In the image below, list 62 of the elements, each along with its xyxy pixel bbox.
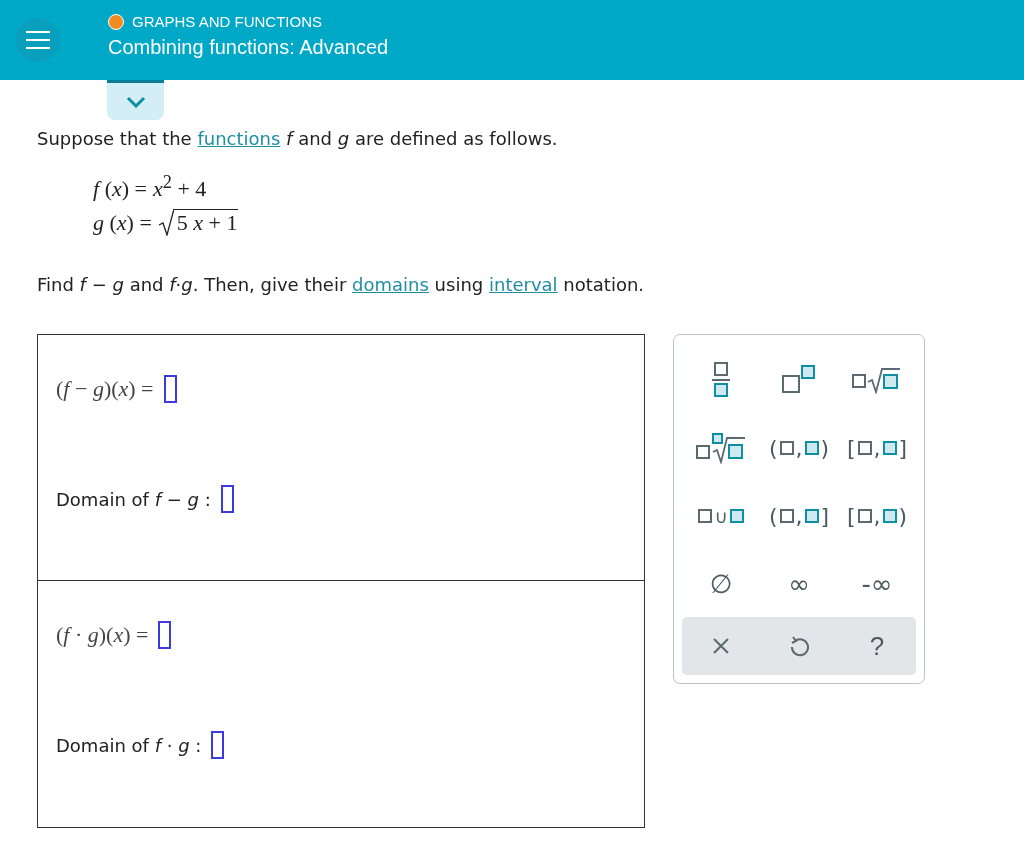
open-bracket: [ bbox=[846, 503, 856, 529]
fraction-icon bbox=[711, 362, 731, 399]
placeholder-icon bbox=[803, 440, 820, 457]
interval-key[interactable]: ( , ) bbox=[760, 415, 838, 482]
lesson-title: Combining functions: Advanced bbox=[108, 36, 389, 59]
menu-button[interactable] bbox=[16, 18, 60, 62]
union-key[interactable]: ∪ bbox=[682, 483, 760, 550]
placeholder-icon bbox=[728, 508, 745, 525]
symbol-key[interactable]: ∅ bbox=[682, 551, 760, 618]
answer-field[interactable] bbox=[220, 485, 234, 514]
close-bracket: ) bbox=[820, 435, 830, 461]
square-root-icon bbox=[852, 366, 902, 395]
placeholder-icon bbox=[856, 440, 873, 457]
link[interactable]: interval bbox=[488, 274, 558, 296]
function-label: f (x) = bbox=[93, 176, 147, 203]
expand-tab[interactable] bbox=[107, 80, 164, 120]
symbol-key[interactable]: ∞ bbox=[760, 551, 838, 618]
placeholder-icon bbox=[803, 508, 820, 525]
radicand-expression: 5 x + 1 bbox=[173, 209, 238, 237]
link[interactable]: domains bbox=[352, 274, 429, 296]
union-symbol: ∪ bbox=[714, 505, 728, 527]
topic-label: GRAPHS AND FUNCTIONS bbox=[132, 13, 323, 30]
status-dot bbox=[108, 13, 124, 30]
separator: , bbox=[795, 503, 803, 529]
nth-root-icon bbox=[696, 432, 746, 465]
open-bracket: ( bbox=[768, 435, 778, 461]
separator: , bbox=[873, 503, 881, 529]
function-label: g (x) = bbox=[93, 210, 152, 237]
close-bracket: ] bbox=[820, 503, 830, 529]
symbol-key[interactable]: -∞ bbox=[838, 551, 916, 618]
undo-icon bbox=[789, 635, 809, 658]
open-bracket: [ bbox=[846, 435, 856, 461]
function-expression: x$^{2}$ + 4 bbox=[152, 172, 207, 203]
separator: , bbox=[873, 435, 881, 461]
placeholder-icon bbox=[778, 440, 795, 457]
answer-field[interactable] bbox=[158, 621, 172, 650]
link[interactable]: functions bbox=[197, 128, 281, 149]
chevron-down-icon bbox=[125, 95, 146, 108]
answer-field[interactable] bbox=[211, 731, 225, 760]
placeholder-icon bbox=[881, 508, 898, 525]
placeholder-icon bbox=[697, 508, 714, 525]
close-bracket: ] bbox=[898, 435, 908, 461]
radical-sign-icon bbox=[157, 208, 174, 237]
expression-label: (f · g)(x) = bbox=[56, 622, 149, 649]
placeholder-icon bbox=[856, 508, 873, 525]
close-bracket: ) bbox=[898, 503, 908, 529]
expression-label: (f − g)(x) = bbox=[56, 376, 154, 403]
separator: , bbox=[795, 435, 803, 461]
open-bracket: ( bbox=[768, 503, 778, 529]
help-button[interactable]: ? bbox=[838, 617, 916, 676]
menu-icon bbox=[25, 30, 51, 50]
answer-field[interactable] bbox=[163, 375, 177, 404]
placeholder-icon bbox=[778, 508, 795, 525]
intro-text: Suppose that the functions f and g are defined as follows. bbox=[37, 127, 559, 151]
close-icon bbox=[712, 637, 730, 656]
placeholder-icon bbox=[881, 440, 898, 457]
domain-label: Domain of f − g : bbox=[56, 488, 211, 510]
interval-key[interactable]: [ , ) bbox=[838, 483, 916, 550]
domain-label: Domain of f · g : bbox=[56, 734, 202, 756]
interval-key[interactable]: [ , ] bbox=[838, 415, 916, 482]
interval-key[interactable]: ( , ] bbox=[760, 483, 838, 550]
question-text: Find f − g and f·g. Then, give their domains using interval notation. bbox=[37, 273, 646, 298]
